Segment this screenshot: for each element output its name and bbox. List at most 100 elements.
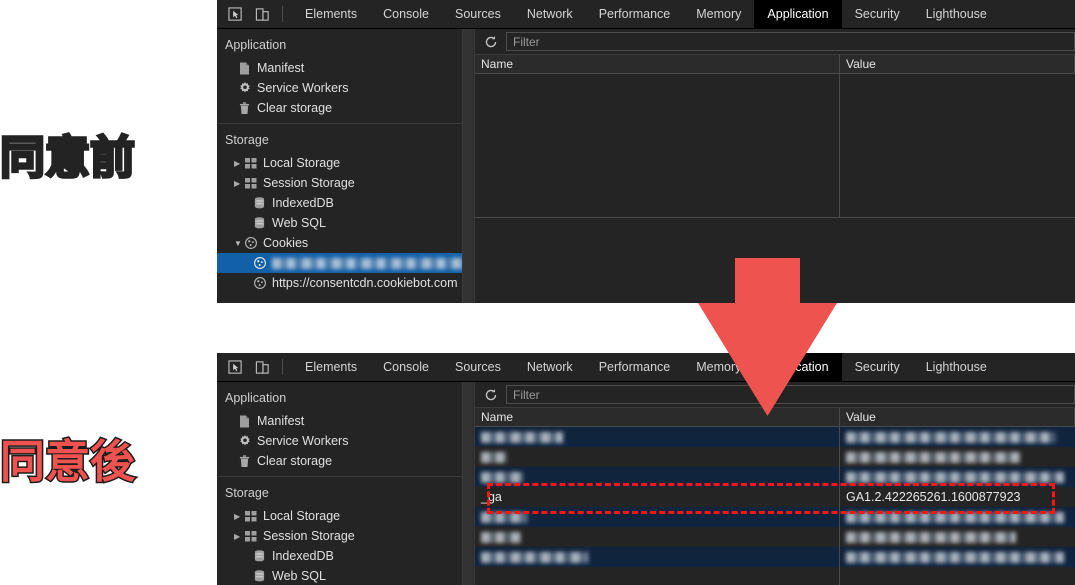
sidebar-item-manifest[interactable]: Manifest: [217, 411, 474, 431]
tab-application[interactable]: Application: [754, 353, 842, 382]
table-row[interactable]: [475, 527, 1075, 547]
sidebar-item-clear-storage[interactable]: Clear storage: [217, 98, 474, 118]
table-header-row: Name Value: [475, 408, 1075, 427]
refresh-icon[interactable]: [480, 384, 502, 406]
chevron-right-icon[interactable]: ▶: [234, 179, 245, 188]
table-header-row: Name Value: [475, 55, 1075, 74]
empty-name-column: [475, 74, 840, 217]
tab-performance[interactable]: Performance: [586, 0, 684, 29]
tab-console[interactable]: Console: [370, 0, 442, 29]
column-header-name[interactable]: Name: [475, 55, 840, 73]
cell-value: GA1.2.422265261.1600877923: [846, 490, 1021, 504]
redacted-text: [846, 431, 1056, 443]
device-toolbar-icon[interactable]: [249, 356, 275, 378]
sidebar-item-clear-storage[interactable]: Clear storage: [217, 451, 474, 471]
sidebar-item-service-workers[interactable]: Service Workers: [217, 78, 474, 98]
tab-elements[interactable]: Elements: [292, 353, 370, 382]
scrollbar-thumb[interactable]: [463, 29, 473, 303]
tab-network[interactable]: Network: [514, 353, 586, 382]
sidebar-item-label: Web SQL: [272, 569, 326, 583]
column-header-name[interactable]: Name: [475, 408, 840, 426]
tab-elements[interactable]: Elements: [292, 0, 370, 29]
tab-sources[interactable]: Sources: [442, 0, 514, 29]
filter-input[interactable]: [506, 32, 1075, 51]
tab-lighthouse[interactable]: Lighthouse: [913, 353, 1000, 382]
inspect-element-icon[interactable]: [222, 3, 248, 25]
toolbar-divider: [282, 6, 283, 22]
cell-value: [840, 447, 1075, 467]
document-icon: [239, 62, 257, 75]
devtools-window-after: Elements Console Sources Network Perform…: [217, 353, 1075, 585]
refresh-icon[interactable]: [480, 31, 502, 53]
chevron-right-icon[interactable]: ▶: [234, 159, 245, 168]
redacted-text: [481, 511, 527, 523]
devtools-body-top: Application Manifest Service Workers Cle…: [217, 29, 1075, 303]
cell-value: [840, 427, 1075, 447]
sidebar-item-web-sql[interactable]: Web SQL: [217, 566, 474, 585]
tab-security[interactable]: Security: [842, 353, 913, 382]
tab-security[interactable]: Security: [842, 0, 913, 29]
tab-sources[interactable]: Sources: [442, 353, 514, 382]
cell-value: [840, 467, 1075, 487]
sidebar-item-manifest[interactable]: Manifest: [217, 58, 474, 78]
chevron-right-icon[interactable]: ▶: [234, 512, 245, 521]
sidebar-item-local-storage[interactable]: ▶ Local Storage: [217, 506, 474, 526]
tab-application[interactable]: Application: [754, 0, 842, 29]
scrollbar-thumb[interactable]: [463, 382, 473, 585]
redacted-text: [846, 551, 1064, 563]
table-row[interactable]: [475, 507, 1075, 527]
inspect-element-icon[interactable]: [222, 356, 248, 378]
sidebar-item-label: Session Storage: [263, 529, 355, 543]
table-row[interactable]: [475, 447, 1075, 467]
sidebar-item-indexeddb[interactable]: IndexedDB: [217, 193, 474, 213]
tab-lighthouse[interactable]: Lighthouse: [913, 0, 1000, 29]
cookies-panel-bottom: Name Value _ga GA1.2.422265261.1600877923: [475, 382, 1075, 585]
device-toolbar-icon[interactable]: [249, 3, 275, 25]
sidebar-item-label: Session Storage: [263, 176, 355, 190]
tab-console[interactable]: Console: [370, 353, 442, 382]
document-icon: [239, 415, 257, 428]
sidebar-item-label: Web SQL: [272, 216, 326, 230]
cookie-icon: [254, 257, 272, 269]
sidebar-item-cookies[interactable]: ▼ Cookies: [217, 233, 474, 253]
sidebar-item-cookie-domain-redacted[interactable]: [217, 253, 474, 273]
trash-icon: [239, 101, 257, 115]
tab-performance[interactable]: Performance: [586, 353, 684, 382]
tab-network[interactable]: Network: [514, 0, 586, 29]
table-row[interactable]: [475, 467, 1075, 487]
redacted-text: [846, 451, 1021, 463]
cell-name: [475, 467, 840, 487]
cookies-table-bottom: Name Value _ga GA1.2.422265261.1600877923: [475, 408, 1075, 585]
sidebar-scrollbar[interactable]: [462, 29, 474, 303]
empty-cookie-list: [475, 74, 1075, 217]
column-header-value[interactable]: Value: [840, 55, 1075, 73]
table-row[interactable]: [475, 427, 1075, 447]
application-sidebar-top: Application Manifest Service Workers Cle…: [217, 29, 475, 303]
table-row[interactable]: [475, 547, 1075, 567]
redacted-text: [481, 531, 521, 543]
filter-input[interactable]: [506, 385, 1075, 404]
cookies-filterbar-bottom: [475, 382, 1075, 408]
toolbar-divider: [282, 359, 283, 375]
column-header-value[interactable]: Value: [840, 408, 1075, 426]
table-row-ga[interactable]: _ga GA1.2.422265261.1600877923: [475, 487, 1075, 507]
sidebar-item-local-storage[interactable]: ▶ Local Storage: [217, 153, 474, 173]
sidebar-item-session-storage[interactable]: ▶ Session Storage: [217, 526, 474, 546]
sidebar-item-cookie-consentcdn[interactable]: https://consentcdn.cookiebot.com: [217, 273, 474, 293]
sidebar-scrollbar[interactable]: [462, 382, 474, 585]
redacted-text: [846, 531, 1016, 543]
screenshot-root: 同意前 同意後 Elements Console Sources Network…: [0, 0, 1075, 585]
tab-memory[interactable]: Memory: [683, 353, 754, 382]
sidebar-item-session-storage[interactable]: ▶ Session Storage: [217, 173, 474, 193]
cookies-table-top: Name Value: [475, 55, 1075, 217]
chevron-right-icon[interactable]: ▶: [234, 532, 245, 541]
chevron-down-icon[interactable]: ▼: [234, 239, 245, 248]
tab-memory[interactable]: Memory: [683, 0, 754, 29]
sidebar-item-label: Cookies: [263, 236, 309, 250]
sidebar-item-service-workers[interactable]: Service Workers: [217, 431, 474, 451]
redacted-text: [481, 431, 563, 443]
sidebar-item-indexeddb[interactable]: IndexedDB: [217, 546, 474, 566]
sidebar-item-label: IndexedDB: [272, 196, 334, 210]
cookie-detail-pane-top: [475, 217, 1075, 303]
sidebar-item-web-sql[interactable]: Web SQL: [217, 213, 474, 233]
